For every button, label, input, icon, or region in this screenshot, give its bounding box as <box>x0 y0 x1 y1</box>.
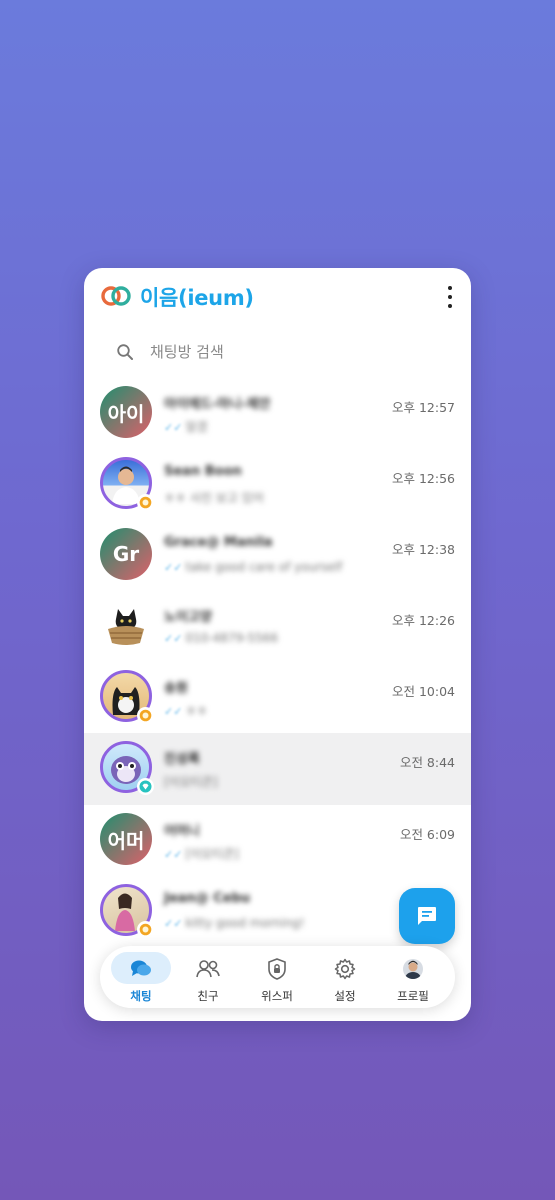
chat-name: 어머니 <box>164 824 200 839</box>
chat-item[interactable]: 진성록 [이모티콘] 오전 8:44 <box>84 733 471 805</box>
chat-preview: ✓✓ [이모티콘] <box>164 847 239 861</box>
chat-item[interactable]: 송원 ✓✓ ㅎㅎ 오전 10:04 <box>84 662 471 733</box>
chat-name: 아이에드-마니-제안 <box>164 397 271 412</box>
app-header: 이음(ieum) <box>84 268 471 326</box>
chat-item[interactable]: 아이 아이에드-마니-제안 ✓✓ 알겠 오후 12:57 <box>84 378 471 449</box>
chat-time: 오후 12:38 <box>392 542 455 557</box>
read-check-icon: ✓✓ <box>164 632 183 645</box>
chat-time: 오전 6:09 <box>399 827 455 842</box>
avatar: Gr <box>100 528 152 580</box>
chat-name: Jean@ Cebu <box>164 891 251 906</box>
chat-name: Sean Boon <box>164 464 242 479</box>
nav-label: 친구 <box>197 989 219 1003</box>
medal-badge-icon <box>137 921 154 938</box>
nav-label: 위스퍼 <box>261 989 293 1003</box>
chat-preview: ✓✓ 010-4879-5566 <box>164 631 279 645</box>
chat-time: 오전 8:44 <box>399 755 455 770</box>
chat-time: 오후 12:26 <box>392 613 455 628</box>
nav-tab-chat[interactable]: 채팅 <box>108 946 174 1008</box>
avatar <box>100 599 152 651</box>
chat-list: 아이 아이에드-마니-제안 ✓✓ 알겠 오후 12:57 Sean Boon ㅎ… <box>84 378 471 947</box>
chat-item[interactable]: 노이고양 ✓✓ 010-4879-5566 오후 12:26 <box>84 591 471 662</box>
read-check-icon: ✓✓ <box>164 561 183 574</box>
search-input[interactable] <box>150 338 440 366</box>
read-check-icon: ✓✓ <box>164 848 183 861</box>
chat-name: 노이고양 <box>164 610 212 625</box>
app-title: 이음(ieum) <box>140 286 254 310</box>
search-bar <box>84 330 471 374</box>
avatar: 어머 <box>100 813 152 865</box>
chat-preview: ✓✓ 알겠 <box>164 420 208 434</box>
avatar <box>100 884 154 938</box>
nav-tab-profile[interactable]: 프로필 <box>380 946 446 1008</box>
app-window: 이음(ieum) 아이 아이에드-마니-제안 ✓✓알겠 오후 12:57 <box>84 268 471 1021</box>
chat-name: 진성록 <box>164 752 200 767</box>
lock-shield-icon <box>264 956 290 982</box>
avatar: 아이 <box>100 386 152 438</box>
nav-label: 채팅 <box>130 989 152 1003</box>
search-icon <box>117 344 133 360</box>
chat-preview: ✓✓ take good care of yourself <box>164 560 343 574</box>
chat-preview: ✓✓ ㅎㅎ <box>164 704 208 718</box>
app-logo-icon <box>101 286 131 306</box>
read-check-icon: ✓✓ <box>164 705 183 718</box>
nav-tab-friends[interactable]: 친구 <box>175 946 241 1008</box>
chat-name: Grace@ Manila <box>164 535 273 550</box>
chat-time: 오전 10:04 <box>392 684 455 699</box>
read-check-icon: ✓✓ <box>164 917 183 930</box>
avatar <box>100 741 154 795</box>
chat-time: 오후 12:56 <box>392 471 455 486</box>
chat-name: 송원 <box>164 681 188 696</box>
bottom-navigation: 채팅 친구 위스퍼 설정 프로필 <box>100 946 455 1008</box>
nav-tab-whisper[interactable]: 위스퍼 <box>244 946 310 1008</box>
nav-label: 설정 <box>334 989 356 1003</box>
cat-in-basket-photo <box>108 609 144 645</box>
read-check-icon: ✓✓ <box>164 421 183 434</box>
menu-dot <box>448 286 452 290</box>
chat-preview: [이모티콘] <box>164 775 218 789</box>
chat-item[interactable]: Gr Grace@ Manila ✓✓ take good care of you… <box>84 520 471 591</box>
gear-icon <box>332 956 358 982</box>
menu-dot <box>448 304 452 308</box>
chat-time: 오후 12:57 <box>392 400 455 415</box>
message-icon <box>418 907 436 925</box>
nav-label: 프로필 <box>397 989 429 1003</box>
chat-preview: ✓✓ kitty good morning! <box>164 916 305 930</box>
chat-item[interactable]: 어머 어머니 ✓✓ [이모티콘] 오전 6:09 <box>84 805 471 876</box>
medal-badge-icon <box>137 707 154 724</box>
menu-dot <box>448 295 452 299</box>
profile-avatar-icon <box>400 956 426 982</box>
new-chat-button[interactable] <box>399 888 455 944</box>
chat-icon <box>128 956 154 982</box>
chat-item[interactable]: Sean Boon ㅎㅎ 사진 보고 있어 오후 12:56 <box>84 449 471 520</box>
avatar <box>100 457 154 511</box>
avatar <box>100 670 154 724</box>
chat-preview: ㅎㅎ 사진 보고 있어 <box>164 491 264 505</box>
medal-badge-icon <box>137 494 154 511</box>
friends-icon <box>195 956 221 982</box>
more-menu-button[interactable] <box>445 286 455 308</box>
diamond-badge-icon <box>137 778 154 795</box>
nav-tab-settings[interactable]: 설정 <box>312 946 378 1008</box>
